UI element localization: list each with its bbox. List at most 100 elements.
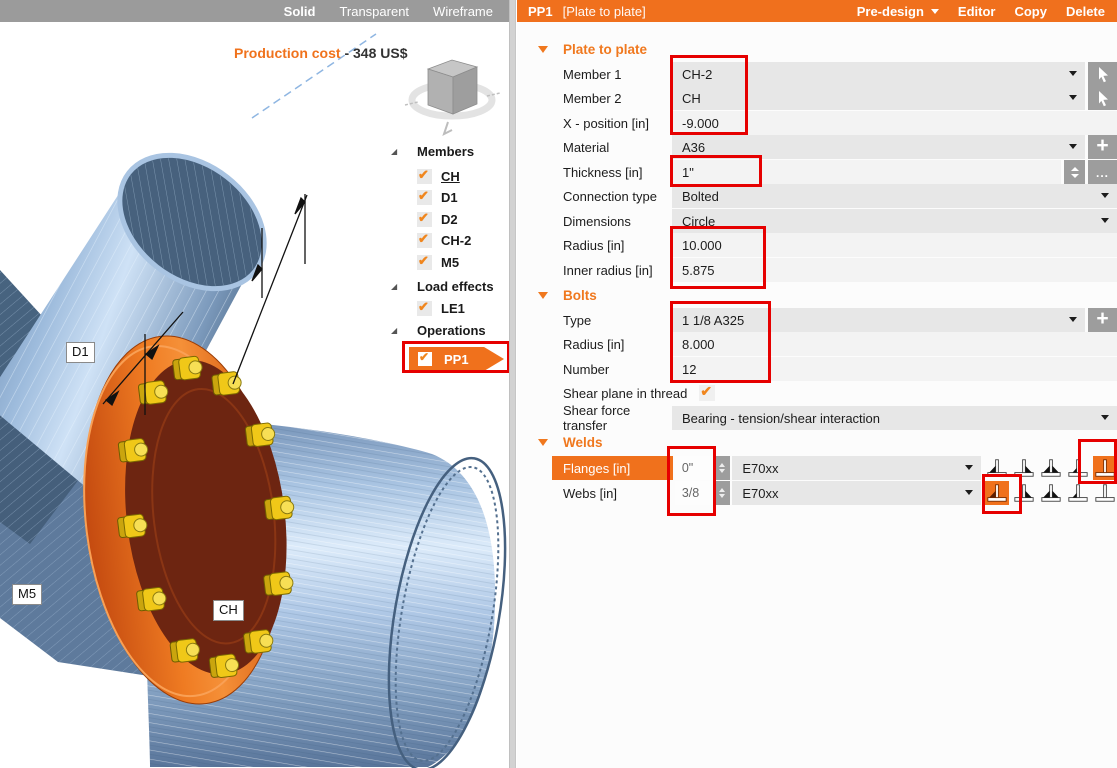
cursor-arrow-icon — [1095, 66, 1111, 83]
checkbox-checked-icon[interactable] — [417, 255, 432, 270]
copy-button[interactable]: Copy — [1014, 4, 1047, 19]
dimensions-dropdown[interactable]: Circle — [672, 209, 1117, 233]
cursor-arrow-icon — [1095, 90, 1111, 107]
flanges-electrode-dropdown[interactable]: E70xx — [732, 456, 981, 480]
section-header-plate-to-plate[interactable]: Plate to plate — [517, 38, 1117, 60]
checkbox-checked-icon[interactable] — [417, 212, 432, 227]
webs-electrode-dropdown[interactable]: E70xx — [732, 481, 981, 505]
checkbox-checked-icon[interactable] — [417, 169, 432, 184]
thickness-input[interactable]: 1" — [672, 160, 1061, 184]
tree-group-members[interactable]: ◢ Members — [391, 141, 474, 161]
weld-fillet-left-icon[interactable] — [985, 456, 1009, 480]
tree-item-le1[interactable]: LE1 — [391, 298, 465, 318]
row-shear-plane: Shear plane in thread — [563, 381, 1117, 405]
tree-item-d2[interactable]: D2 — [391, 209, 458, 229]
weld-fillet-right-icon[interactable] — [1012, 456, 1036, 480]
row-radius: Radius [in] 10.000 — [563, 233, 1117, 257]
delete-button[interactable]: Delete — [1066, 4, 1105, 19]
weld-fillet-right-icon[interactable] — [1012, 481, 1036, 505]
chevron-down-icon — [931, 9, 939, 14]
3d-viewport[interactable]: Production cost - 348 US$ D1 M5 CH ◢ Mem… — [0, 22, 509, 768]
row-material: Material A36 + — [563, 135, 1117, 159]
weld-butt-icon[interactable] — [1093, 481, 1117, 505]
section-header-welds[interactable]: Welds — [517, 431, 1117, 453]
production-cost-label: Production cost — [234, 45, 341, 61]
weld-fillet-partial-icon[interactable] — [1066, 481, 1090, 505]
tree-group-load-effects[interactable]: ◢ Load effects — [391, 276, 494, 296]
spinner-up-icon[interactable] — [1071, 167, 1079, 171]
shear-force-transfer-dropdown[interactable]: Bearing - tension/shear interaction — [672, 406, 1117, 430]
editor-button[interactable]: Editor — [958, 4, 996, 19]
row-dimensions: Dimensions Circle — [563, 209, 1117, 233]
collapse-triangle-icon[interactable]: ◢ — [391, 282, 401, 291]
view-mode-solid[interactable]: Solid — [284, 4, 316, 19]
spinner-down-icon[interactable] — [719, 494, 725, 498]
bolt-type-dropdown[interactable]: 1 1/8 A325 — [672, 308, 1085, 332]
add-bolt-type-button[interactable]: + — [1088, 308, 1117, 332]
member2-dropdown[interactable]: CH — [672, 86, 1085, 110]
weld-fillet-double-icon[interactable] — [1039, 481, 1063, 505]
collapse-arrow-icon[interactable] — [538, 46, 548, 53]
radius-input[interactable]: 10.000 — [672, 233, 1117, 257]
tree-item-d1[interactable]: D1 — [391, 187, 458, 207]
x-position-input[interactable]: -9.000 — [672, 111, 1117, 135]
tree-item-pp1-selected[interactable]: PP1 — [409, 347, 504, 371]
row-weld-flanges: Flanges [in] 0" E70xx — [552, 456, 1117, 480]
bolt-radius-input[interactable]: 8.000 — [672, 332, 1117, 356]
spinner-down-icon[interactable] — [719, 469, 725, 473]
webs-weld-spinner[interactable] — [715, 481, 731, 505]
weld-fillet-left-icon-selected[interactable] — [985, 481, 1009, 505]
shear-plane-checkbox[interactable] — [699, 385, 715, 401]
operation-id: PP1 — [528, 4, 553, 19]
collapse-arrow-icon[interactable] — [538, 292, 548, 299]
connection-type-dropdown[interactable]: Bolted — [672, 184, 1117, 208]
panel-splitter[interactable] — [509, 0, 516, 768]
row-connection-type: Connection type Bolted — [563, 184, 1117, 208]
tree-item-m5[interactable]: M5 — [391, 252, 459, 272]
material-dropdown[interactable]: A36 — [672, 135, 1085, 159]
checkbox-checked-icon[interactable] — [418, 352, 432, 366]
weld-fillet-partial-icon[interactable] — [1066, 456, 1090, 480]
checkbox-checked-icon[interactable] — [417, 301, 432, 316]
weld-butt-icon-selected[interactable] — [1093, 456, 1117, 480]
webs-weld-size-input[interactable]: 3/8 — [675, 481, 713, 505]
add-material-button[interactable]: + — [1088, 135, 1117, 159]
flanges-weld-size-input[interactable]: 0" — [675, 456, 713, 480]
model-label-m5: M5 — [12, 584, 42, 605]
spinner-up-icon[interactable] — [719, 488, 725, 492]
predesign-dropdown[interactable]: Pre-design — [857, 4, 939, 19]
section-header-bolts[interactable]: Bolts — [517, 284, 1117, 306]
webs-weld-label[interactable]: Webs [in] — [552, 481, 673, 505]
collapse-triangle-icon[interactable]: ◢ — [391, 147, 401, 156]
pick-member-button[interactable] — [1088, 62, 1117, 86]
collapse-arrow-icon[interactable] — [538, 439, 548, 446]
inner-radius-input[interactable]: 5.875 — [672, 258, 1117, 282]
view-mode-wireframe[interactable]: Wireframe — [433, 4, 493, 19]
view-mode-toolbar: Solid Transparent Wireframe — [0, 0, 509, 22]
bolt-number-input[interactable]: 12 — [672, 357, 1117, 381]
member1-dropdown[interactable]: CH-2 — [672, 62, 1085, 86]
flanges-weld-spinner[interactable] — [715, 456, 731, 480]
spinner-down-icon[interactable] — [1071, 174, 1079, 178]
thickness-more-button[interactable]: ... — [1088, 160, 1117, 184]
pick-member-button[interactable] — [1088, 86, 1117, 110]
row-thickness: Thickness [in] 1" ... — [563, 160, 1117, 184]
tree-item-ch-2[interactable]: CH-2 — [391, 230, 471, 250]
row-bolt-number: Number 12 — [563, 357, 1117, 381]
production-cost-separator: - — [344, 45, 349, 61]
view-mode-transparent[interactable]: Transparent — [339, 4, 409, 19]
thickness-spinner[interactable] — [1064, 160, 1085, 184]
model-label-ch: CH — [213, 600, 244, 621]
checkbox-checked-icon[interactable] — [417, 233, 432, 248]
operation-header: PP1 [Plate to plate] Pre-design Editor C… — [517, 0, 1117, 22]
tree-item-ch[interactable]: CH — [391, 166, 460, 186]
tree-group-operations[interactable]: ◢ Operations — [391, 320, 486, 340]
webs-weld-type-icons — [985, 481, 1117, 505]
navigation-cube-icon[interactable] — [405, 60, 500, 134]
flanges-weld-label[interactable]: Flanges [in] — [552, 456, 673, 480]
weld-fillet-double-icon[interactable] — [1039, 456, 1063, 480]
row-x-position: X - position [in] -9.000 — [563, 111, 1117, 135]
checkbox-checked-icon[interactable] — [417, 190, 432, 205]
collapse-triangle-icon[interactable]: ◢ — [391, 326, 401, 335]
spinner-up-icon[interactable] — [719, 463, 725, 467]
